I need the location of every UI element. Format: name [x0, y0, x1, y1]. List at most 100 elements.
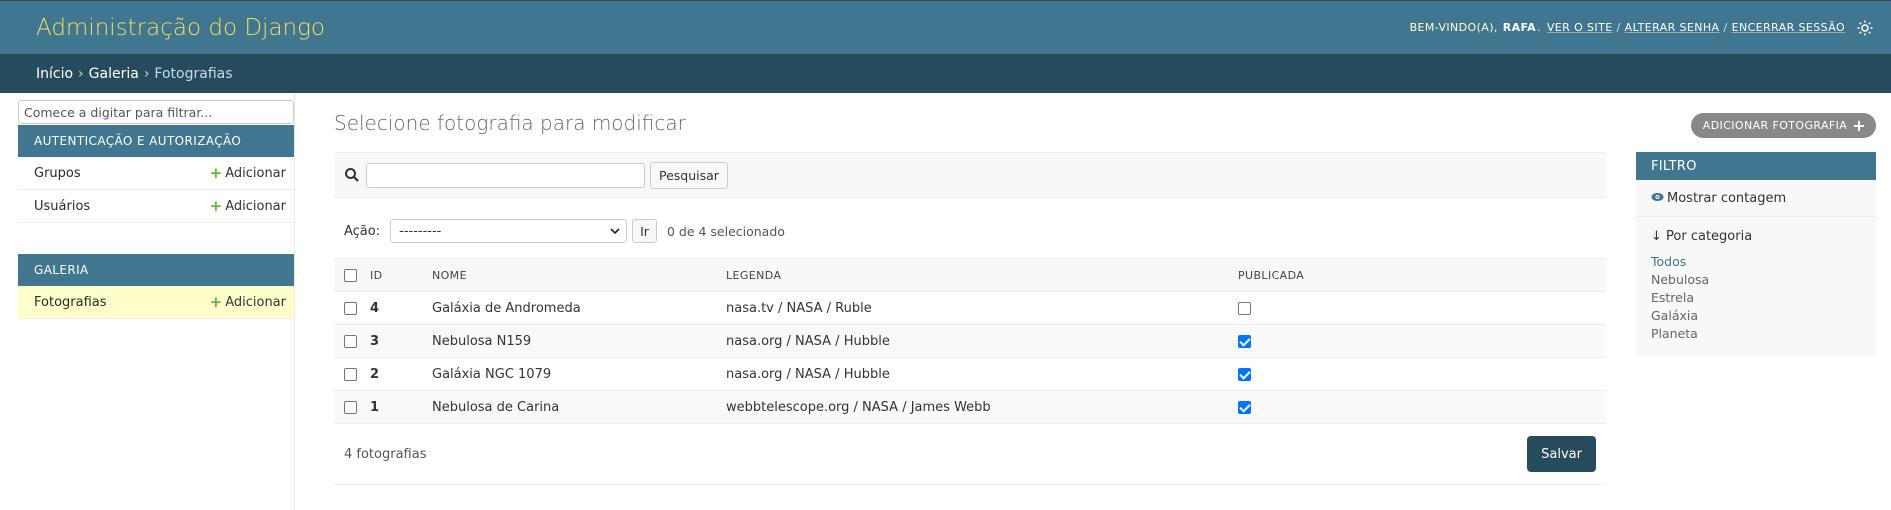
search-input[interactable]: [366, 162, 645, 188]
table-row: 2 Galáxia NGC 1079 nasa.org / NASA / Hub…: [334, 357, 1606, 391]
username: RAFA: [1502, 21, 1537, 34]
plus-icon: +: [209, 164, 223, 182]
separator: /: [1616, 21, 1621, 34]
selected-counter: 0 de 4 selecionado: [666, 223, 785, 239]
filter-option-estrela[interactable]: Estrela: [1651, 290, 1861, 308]
publicada-checkbox[interactable]: [1238, 334, 1251, 348]
logout-link[interactable]: Encerrar sessão: [1732, 21, 1845, 34]
search-button[interactable]: Pesquisar: [650, 161, 728, 189]
theme-toggle-icon[interactable]: [1857, 20, 1873, 36]
cell-legenda: nasa.org / NASA / Hubble: [716, 357, 1228, 391]
column-header-publicada[interactable]: Publicada: [1228, 258, 1606, 292]
cell-nome: Nebulosa de Carina: [422, 390, 716, 424]
filter-title: FILTRO: [1636, 152, 1876, 180]
save-button[interactable]: Salvar: [1527, 436, 1596, 472]
model-link-fotografias[interactable]: Fotografias: [34, 295, 107, 310]
row-select-cell: [334, 357, 360, 391]
cell-id[interactable]: 4: [360, 291, 422, 325]
view-site-link[interactable]: Ver o site: [1547, 21, 1613, 34]
cell-id[interactable]: 3: [360, 324, 422, 358]
show-count-link[interactable]: Mostrar contagem: [1636, 180, 1876, 217]
user-tools: Bem-vindo(a), RAFA. Ver o site / Alterar…: [1410, 20, 1873, 36]
row-checkbox[interactable]: [344, 367, 357, 381]
model-link-grupos[interactable]: Grupos: [34, 166, 81, 181]
add-usuarios-link[interactable]: + Adicionar: [210, 197, 286, 215]
search-icon: [344, 167, 360, 183]
filter-options: Todos Nebulosa Estrela Galáxia Planeta: [1636, 254, 1876, 344]
site-branding[interactable]: Administração do Django: [36, 15, 325, 41]
actions-bar: Ação: --------- Ir 0 de 4 selecionado: [334, 204, 1606, 258]
add-label: Adicionar: [225, 294, 286, 310]
results-table: ID Nome Legenda Publicada 4 Galáxia de A…: [334, 258, 1606, 424]
cell-nome: Nebulosa N159: [422, 324, 716, 358]
plus-icon: +: [1852, 116, 1866, 135]
row-checkbox[interactable]: [344, 301, 357, 315]
publicada-checkbox[interactable]: [1238, 400, 1251, 414]
sidebar-item-usuarios: Usuários + Adicionar: [18, 190, 294, 223]
breadcrumb: Início › Galeria › Fotografias: [0, 54, 1891, 93]
go-button[interactable]: Ir: [632, 219, 657, 243]
breadcrumb-separator: ›: [143, 65, 150, 82]
cell-legenda: nasa.org / NASA / Hubble: [716, 324, 1228, 358]
filter-option-todos[interactable]: Todos: [1651, 254, 1861, 272]
filter-option-galaxia[interactable]: Galáxia: [1651, 308, 1861, 326]
cell-publicada: [1228, 357, 1606, 391]
breadcrumb-home[interactable]: Início: [36, 66, 73, 82]
cell-legenda: nasa.tv / NASA / Ruble: [716, 291, 1228, 325]
column-header-id[interactable]: ID: [360, 258, 422, 292]
main-content: Selecione fotografia para modificar Adic…: [295, 93, 1891, 510]
welcome-text: Bem-vindo(a),: [1409, 21, 1498, 34]
breadcrumb-app[interactable]: Galeria: [89, 66, 139, 82]
eye-icon: [1651, 191, 1664, 206]
cell-publicada: [1228, 291, 1606, 325]
model-link-usuarios[interactable]: Usuários: [34, 199, 90, 214]
header: Administração do Django Bem-vindo(a), RA…: [0, 0, 1891, 54]
column-header-nome[interactable]: Nome: [422, 258, 716, 292]
cell-nome: Galáxia NGC 1079: [422, 357, 716, 391]
row-select-cell: [334, 291, 360, 325]
cell-publicada: [1228, 390, 1606, 424]
app-caption-auth[interactable]: Autenticação e Autorização: [18, 125, 294, 157]
chevron-down-icon: [610, 224, 620, 239]
action-select[interactable]: ---------: [390, 219, 628, 243]
add-fotografia-button[interactable]: Adicionar Fotografia +: [1690, 113, 1876, 138]
filter-heading-categoria[interactable]: ↓ Por categoria: [1636, 217, 1876, 254]
filter-option-planeta[interactable]: Planeta: [1651, 326, 1861, 344]
plus-icon: +: [209, 197, 223, 215]
result-count: 4 fotografias: [344, 446, 427, 462]
action-label: Ação:: [344, 223, 381, 239]
add-label: Adicionar: [225, 198, 286, 214]
show-count-label: Mostrar contagem: [1667, 190, 1787, 206]
publicada-checkbox[interactable]: [1238, 301, 1251, 315]
row-select-cell: [334, 324, 360, 358]
filter-option-nebulosa[interactable]: Nebulosa: [1651, 272, 1861, 290]
paginator: 4 fotografias Salvar: [334, 424, 1606, 485]
add-label: Adicionar: [225, 165, 286, 181]
change-password-link[interactable]: Alterar senha: [1625, 21, 1720, 34]
add-fotografia-label: Adicionar Fotografia: [1702, 119, 1848, 132]
breadcrumb-separator: ›: [78, 65, 84, 82]
table-row: 3 Nebulosa N159 nasa.org / NASA / Hubble: [334, 324, 1606, 358]
separator: /: [1723, 21, 1728, 34]
cell-nome: Galáxia de Andromeda: [422, 291, 716, 325]
add-grupos-link[interactable]: + Adicionar: [210, 164, 286, 182]
row-checkbox[interactable]: [344, 334, 357, 348]
add-fotografias-link[interactable]: + Adicionar: [210, 293, 286, 311]
row-select-cell: [334, 390, 360, 424]
column-header-legenda[interactable]: Legenda: [716, 258, 1228, 292]
table-row: 4 Galáxia de Andromeda nasa.tv / NASA / …: [334, 291, 1606, 325]
row-checkbox[interactable]: [344, 400, 357, 414]
table-row: 1 Nebulosa de Carina webbtelescope.org /…: [334, 390, 1606, 424]
search-toolbar: Pesquisar: [334, 152, 1606, 198]
publicada-checkbox[interactable]: [1238, 367, 1251, 381]
app-caption-galeria[interactable]: Galeria: [18, 254, 294, 286]
sidebar: Autenticação e Autorização Grupos + Adic…: [18, 93, 295, 510]
cell-id[interactable]: 1: [360, 390, 422, 424]
page-title: Selecione fotografia para modificar: [334, 111, 686, 135]
breadcrumb-current: Fotografias: [154, 65, 233, 82]
sidebar-filter-input[interactable]: [18, 100, 294, 124]
cell-id[interactable]: 2: [360, 357, 422, 391]
select-all-checkbox[interactable]: [344, 268, 357, 282]
action-select-value: ---------: [399, 223, 442, 239]
sidebar-item-fotografias: Fotografias + Adicionar: [18, 286, 294, 319]
